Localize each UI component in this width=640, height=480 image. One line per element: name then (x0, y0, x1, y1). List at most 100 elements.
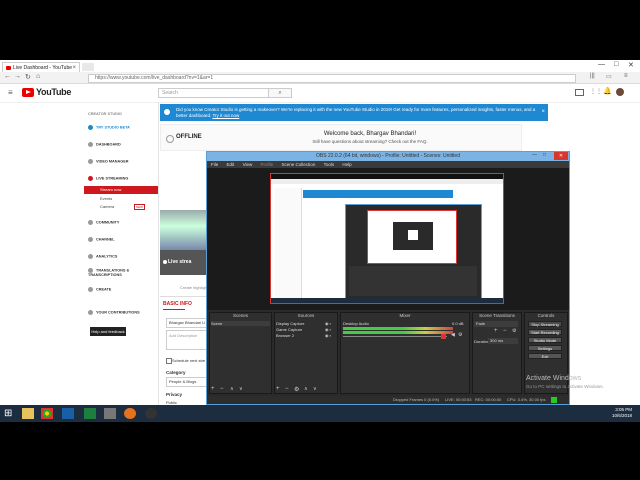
obs-maximize-button[interactable]: □ (543, 152, 546, 158)
url-field[interactable]: https://www.youtube.com/live_dashboard?n… (88, 74, 576, 83)
obs-close-button[interactable]: ✕ (554, 152, 568, 160)
obs-minimize-button[interactable]: — (532, 152, 537, 158)
remove-source-icon[interactable]: − (285, 386, 289, 392)
menu-scene-collection[interactable]: Scene Collection (282, 162, 316, 167)
scene-item[interactable]: Scene (211, 321, 270, 326)
menu-icon[interactable]: ≡ (624, 73, 628, 79)
browser-tab[interactable]: Live Dashboard - YouTube × (2, 62, 80, 72)
youtube-wordmark[interactable]: YouTube (36, 87, 71, 97)
visibility-eye-icon[interactable]: ◉ ▪ (325, 333, 331, 338)
sidebar-item-dashboard[interactable]: DASHBOARD (88, 142, 121, 147)
transition-gear-icon[interactable]: ⚙ (512, 328, 516, 334)
hamburger-menu-icon[interactable]: ≡ (8, 88, 13, 97)
speaker-icon[interactable]: ◀ (451, 332, 455, 338)
source-item[interactable]: Browser 2 (276, 333, 294, 338)
youtube-search-input[interactable]: Search (158, 88, 269, 98)
visibility-eye-icon[interactable]: ◉ ▪ (325, 327, 331, 332)
source-settings-gear-icon[interactable]: ⚙ (294, 386, 299, 393)
sidebar-item-live-streaming[interactable]: LIVE STREAMING (88, 176, 128, 181)
move-source-up-icon[interactable]: ∧ (304, 386, 308, 392)
banner-close-icon[interactable]: × (541, 109, 545, 115)
stream-preview[interactable] (160, 210, 208, 275)
youtube-favicon-icon (6, 66, 11, 70)
minimize-button[interactable]: — (598, 61, 605, 68)
sidebar-item-video-manager[interactable]: VIDEO MANAGER (88, 159, 129, 164)
add-transition-icon[interactable]: + (494, 328, 498, 334)
avatar[interactable] (616, 88, 624, 96)
app-icon[interactable] (104, 408, 116, 419)
maximize-button[interactable]: □ (614, 61, 618, 68)
mixer-gear-icon[interactable]: ⚙ (458, 332, 462, 338)
system-clock[interactable]: 3:05 PM 10/6/2018 (612, 407, 632, 419)
sidebar-item-create[interactable]: CREATE (88, 287, 111, 292)
tab-basic-info[interactable]: BASIC INFO (163, 301, 192, 307)
search-icon[interactable]: ⌕ (268, 88, 292, 98)
menu-tools[interactable]: Tools (324, 162, 335, 167)
home-icon[interactable]: ⌂ (36, 73, 40, 80)
sidebar-sub-camera[interactable]: Camera (100, 204, 114, 209)
volume-slider[interactable] (343, 336, 447, 337)
file-explorer-icon[interactable] (22, 408, 34, 419)
remove-transition-icon[interactable]: − (503, 328, 507, 334)
analytics-icon (88, 254, 93, 259)
visibility-eye-icon[interactable]: ◉ ▪ (325, 321, 331, 326)
sidebar-item-community[interactable]: COMMUNITY (88, 220, 119, 225)
obs-menu-bar: File Edit View Profile Scene Collection … (207, 161, 569, 168)
firefox-icon[interactable] (124, 408, 136, 419)
start-recording-button[interactable]: Start Recording (528, 329, 562, 335)
reload-icon[interactable]: ↻ (25, 73, 31, 81)
source-item[interactable]: Game Capture (276, 327, 302, 332)
menu-view[interactable]: View (243, 162, 253, 167)
description-input[interactable]: Add Description (166, 330, 208, 350)
transitions-header: Scene Transitions (479, 313, 515, 318)
sidebar-item-try-studio-beta[interactable]: TRY STUDIO BETA (88, 125, 130, 130)
create-highlight-link[interactable]: Create highlight (180, 285, 208, 290)
sidebar-toggle-icon[interactable]: ▭ (606, 73, 612, 80)
excel-icon[interactable] (84, 408, 96, 419)
menu-profile[interactable]: Profile (261, 162, 274, 167)
sidebar-sub-stream-now[interactable]: Stream now (100, 187, 121, 192)
obs-status-bar: Dropped Frames 0 (0.0%) LIVE: 00:00:53 R… (207, 396, 569, 404)
sidebar-item-translations[interactable]: TRANSLATIONS & TRANSCRIPTIONS (88, 268, 138, 277)
menu-help[interactable]: Help (342, 162, 351, 167)
menu-file[interactable]: File (211, 162, 218, 167)
chrome-icon[interactable] (41, 408, 53, 419)
move-scene-up-icon[interactable]: ∧ (230, 386, 234, 392)
start-windows-icon[interactable]: ⊞ (4, 408, 16, 419)
store-icon[interactable] (62, 408, 74, 419)
studio-beta-banner: Did you know Creator Studio is getting a… (160, 104, 548, 121)
obs-title-bar[interactable]: OBS 22.0.2 (64 bit, windows) - Profile: … (207, 152, 569, 161)
youtube-logo-icon[interactable] (22, 88, 34, 97)
move-scene-down-icon[interactable]: ∨ (239, 386, 243, 392)
back-arrow-icon[interactable]: ← (4, 73, 11, 80)
notification-bell-icon[interactable]: 🔔 (603, 87, 612, 95)
exit-button[interactable]: Exit (528, 353, 562, 359)
move-source-down-icon[interactable]: ∨ (313, 386, 317, 392)
new-tab-button[interactable] (82, 63, 94, 71)
banner-link[interactable]: Try it out now (212, 113, 239, 118)
library-icon[interactable]: ||| (590, 73, 595, 79)
sidebar-item-channel[interactable]: CHANNEL (88, 237, 115, 242)
obs-taskbar-icon[interactable] (145, 408, 157, 419)
sidebar-item-your-contributions[interactable]: YOUR CONTRIBUTIONS (88, 310, 140, 315)
help-feedback-button[interactable]: Help and feedback (90, 327, 126, 336)
transition-select[interactable]: Fade (474, 321, 518, 327)
forward-arrow-icon[interactable]: → (14, 73, 21, 80)
menu-edit[interactable]: Edit (227, 162, 235, 167)
apps-grid-icon[interactable]: ⋮⋮ (590, 88, 602, 95)
close-window-button[interactable]: ✕ (628, 61, 634, 69)
source-item[interactable]: Display Capture (276, 321, 304, 326)
add-scene-icon[interactable]: + (211, 386, 215, 392)
duration-input[interactable]: 300 ms (488, 338, 518, 344)
volume-slider-handle[interactable] (441, 334, 446, 339)
stop-streaming-button[interactable]: Stop Streaming (528, 321, 562, 327)
settings-button[interactable]: Settings (528, 345, 562, 351)
sidebar-item-analytics[interactable]: ANALYTICS (88, 254, 117, 259)
new-badge: NEW (134, 204, 145, 210)
add-source-icon[interactable]: + (276, 386, 280, 392)
studio-mode-button[interactable]: Studio Mode (528, 337, 562, 343)
privacy-label: Privacy (166, 392, 183, 397)
upload-video-icon[interactable] (575, 89, 584, 96)
sidebar-sub-events[interactable]: Events (100, 196, 112, 201)
remove-scene-icon[interactable]: − (220, 386, 224, 392)
